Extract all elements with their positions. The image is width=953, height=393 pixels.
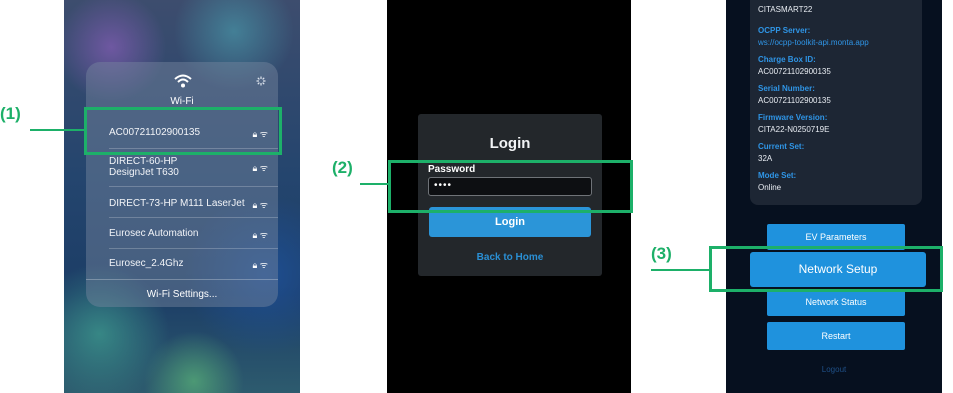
restart-button[interactable]: Restart: [767, 322, 905, 350]
divider: [109, 217, 278, 218]
charge-box-id-value: AC00721102900135: [758, 67, 831, 76]
login-title: Login: [489, 135, 531, 152]
network-name-line2: DesignJet T630: [109, 167, 179, 178]
wifi-screen: Wi-Fi AC00721102900135 🔒︎ ᯤ DIRECT-60-HP…: [64, 0, 300, 393]
firmware-version-label: Firmware Version:: [758, 113, 828, 122]
wifi-icon: [174, 74, 192, 88]
lock-wifi-icon: 🔒︎ ᯤ: [252, 230, 268, 240]
wifi-card: Wi-Fi AC00721102900135 🔒︎ ᯤ DIRECT-60-HP…: [86, 62, 278, 307]
callout-frame-2: [388, 160, 633, 213]
wifi-title: Wi-Fi: [170, 96, 194, 107]
lock-wifi-icon: 🔒︎ ᯤ: [252, 163, 268, 173]
callout-line-3: [651, 269, 711, 271]
current-set-label: Current Set:: [758, 142, 805, 151]
callout-label-1: (1): [0, 104, 21, 123]
callout-frame-3: [709, 246, 943, 292]
firmware-version-value: CITA22-N0250719E: [758, 125, 830, 134]
callout-label-3: (3): [651, 244, 672, 263]
serial-number-value: AC00721102900135: [758, 96, 831, 105]
ocpp-server-value: ws://ocpp-toolkit-api.monta.app: [758, 38, 869, 47]
logout-link[interactable]: Logout: [726, 365, 942, 374]
callout-frame-1: [84, 107, 282, 155]
callout-line-2: [360, 183, 390, 185]
lock-wifi-icon: 🔒︎ ᯤ: [252, 260, 268, 270]
divider: [86, 279, 278, 280]
divider: [109, 186, 278, 187]
network-name-line1: DIRECT-60-HP: [109, 156, 178, 167]
serial-number-label: Serial Number:: [758, 84, 815, 93]
device-name-value: CITASMART22: [758, 5, 813, 14]
ocpp-server-label: OCPP Server:: [758, 26, 811, 35]
callout-label-2: (2): [332, 158, 353, 177]
network-name: Eurosec Automation: [109, 228, 199, 239]
status-screen: CITASMART22 OCPP Server: ws://ocpp-toolk…: [726, 0, 942, 393]
wifi-network-item[interactable]: Eurosec_2.4Ghz 🔒︎ ᯤ: [86, 249, 278, 279]
loading-spinner-icon: [256, 76, 266, 86]
wifi-settings-button[interactable]: Wi-Fi Settings...: [86, 289, 278, 300]
lock-wifi-icon: 🔒︎ ᯤ: [252, 200, 268, 210]
current-set-value: 32A: [758, 154, 773, 163]
network-name: Eurosec_2.4Ghz: [109, 258, 184, 269]
callout-line-1: [30, 129, 85, 131]
mode-set-value: Online: [758, 183, 782, 192]
wifi-network-item[interactable]: DIRECT-73-HP M111 LaserJet 🔒︎ ᯤ: [86, 189, 278, 219]
network-name: DIRECT-73-HP M111 LaserJet: [109, 198, 245, 209]
wifi-network-item[interactable]: Eurosec Automation 🔒︎ ᯤ: [86, 219, 278, 249]
charge-box-id-label: Charge Box ID:: [758, 55, 816, 64]
back-to-home-link[interactable]: Back to Home: [418, 252, 602, 263]
network-status-button[interactable]: Network Status: [767, 289, 905, 316]
mode-set-label: Mode Set:: [758, 171, 797, 180]
wifi-network-item[interactable]: DIRECT-60-HP DesignJet T630 🔒︎ ᯤ: [86, 152, 278, 184]
